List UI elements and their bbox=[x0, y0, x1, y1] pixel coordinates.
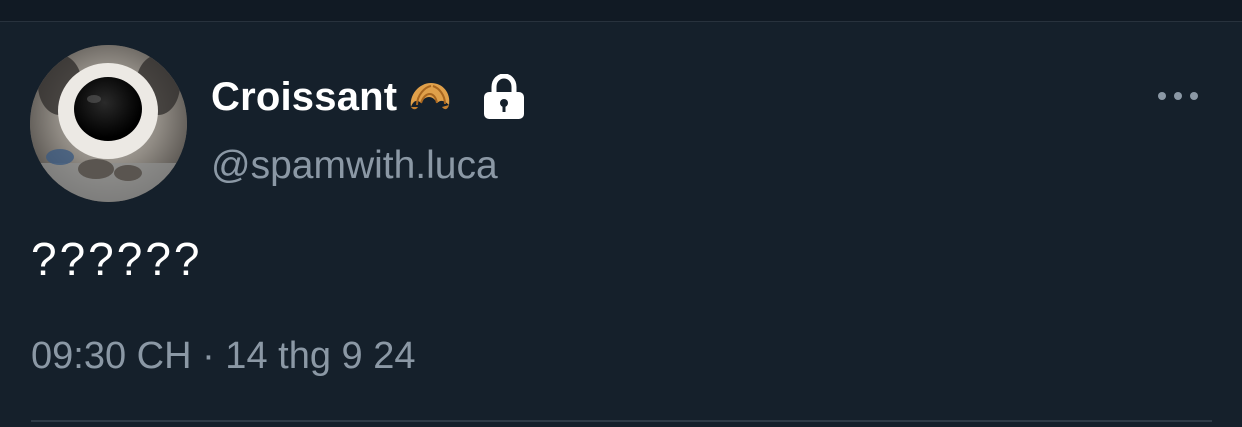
more-options-button[interactable] bbox=[1158, 84, 1198, 108]
croissant-icon bbox=[411, 83, 450, 110]
raccoon-avatar-image bbox=[30, 45, 187, 202]
display-name[interactable]: Croissant bbox=[211, 75, 397, 120]
lock-icon bbox=[484, 74, 525, 119]
author-name-row[interactable]: Croissant bbox=[211, 72, 525, 122]
top-divider bbox=[0, 0, 1242, 22]
bottom-divider bbox=[31, 420, 1212, 422]
tweet-timestamp[interactable]: 09:30 CH · 14 thg 9 24 bbox=[31, 335, 415, 378]
more-horizontal-icon-dot bbox=[1174, 92, 1182, 100]
more-horizontal-icon-dot bbox=[1190, 92, 1198, 100]
more-horizontal-icon bbox=[1158, 92, 1166, 100]
avatar[interactable] bbox=[30, 45, 187, 202]
tweet-card[interactable]: Croissant @spamwith.luca ?????? 09:30 CH… bbox=[0, 22, 1242, 427]
tweet-text: ?????? bbox=[31, 233, 203, 285]
handle[interactable]: @spamwith.luca bbox=[211, 144, 498, 188]
